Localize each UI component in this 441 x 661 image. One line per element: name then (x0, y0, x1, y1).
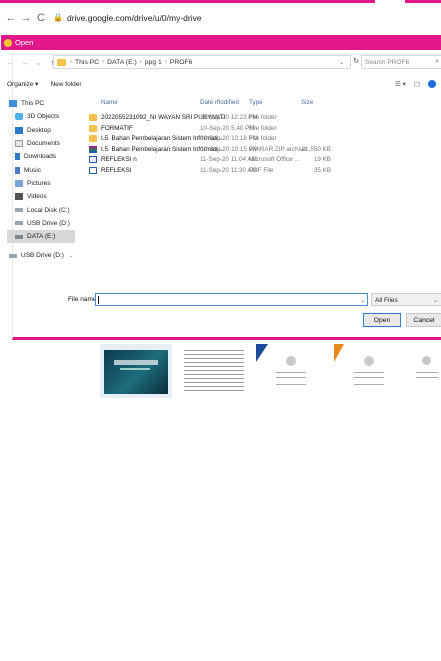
drive-thumbnails (0, 344, 441, 400)
file-thumbnail[interactable] (178, 344, 250, 398)
download-icon (15, 153, 20, 161)
file-type-select[interactable]: All Files ⌄ (371, 293, 441, 306)
folder-icon (89, 124, 97, 132)
file-name-row: File name: ⌄ All Files ⌄ (13, 293, 441, 307)
image-preview (104, 350, 168, 394)
search-input[interactable]: Search PROF6 ⌕ (361, 55, 441, 69)
document-icon (89, 166, 97, 174)
forward-icon[interactable]: → (19, 10, 33, 26)
chevron-down-icon[interactable]: ⌄ (339, 59, 344, 66)
new-folder-button[interactable]: New folder (50, 81, 81, 88)
text-caret (98, 296, 99, 304)
dialog-title-bar: Open (1, 35, 441, 50)
nav-item-this-pc[interactable]: This PC (7, 97, 75, 110)
dialog-title: Open (15, 38, 34, 47)
file-list-header: ^ Name Date modified Type Size (87, 97, 367, 109)
archive-icon (89, 145, 97, 153)
preview-pane-icon[interactable]: ▢ (414, 80, 420, 88)
refresh-icon[interactable]: ↻ (353, 57, 359, 65)
chevron-down-icon[interactable]: ⌄ (69, 253, 73, 259)
folder-icon (89, 114, 97, 121)
drive-icon (9, 253, 17, 258)
open-file-dialog: Open ← → ⌄ ↑ › This PC › DATA (E:) › ppg… (1, 35, 441, 340)
column-name[interactable]: Name (101, 99, 118, 106)
file-row[interactable]: I.5. Bahan Pembelajaran Sistem Informati… (87, 134, 377, 145)
search-placeholder: Search PROF6 (365, 58, 410, 66)
file-name-input[interactable]: ⌄ (95, 293, 368, 306)
file-row[interactable]: I.5. Bahan Pembelajaran Sistem Informati… (87, 145, 377, 156)
file-thumbnail[interactable] (256, 344, 328, 398)
folder-icon (89, 135, 97, 142)
column-type[interactable]: Type (249, 99, 263, 106)
organize-button[interactable]: Organize ▾ (7, 80, 38, 88)
nav-item-3d-objects[interactable]: 3D Objects (7, 110, 75, 123)
file-name-label: File name: (68, 296, 99, 303)
navigation-pane: This PC 3D Objects Desktop Documents Dow… (7, 97, 75, 307)
dialog-toolbar: Organize ▾ New folder ☰ ▾ ▢ (1, 77, 441, 91)
logo-icon (364, 356, 374, 366)
music-icon (15, 166, 20, 174)
reload-icon[interactable]: C (34, 10, 48, 26)
computer-icon (9, 100, 17, 108)
file-thumbnail[interactable] (334, 344, 406, 398)
help-icon[interactable] (428, 80, 436, 88)
nav-item-videos[interactable]: Videos (7, 190, 75, 203)
file-thumbnail[interactable] (100, 344, 172, 398)
breadcrumb-item[interactable]: DATA (E:) (107, 59, 137, 66)
nav-item-downloads[interactable]: Downloads (7, 150, 75, 163)
dialog-back-icon[interactable]: ← (6, 58, 15, 67)
file-type-value: All Files (375, 297, 398, 304)
drive-icon (15, 221, 23, 226)
nav-item-desktop[interactable]: Desktop (7, 124, 75, 137)
chrome-icon (4, 38, 12, 47)
breadcrumb-item[interactable]: PROF6 (170, 59, 193, 66)
logo-icon (286, 356, 296, 366)
nav-item-usb-drive-root[interactable]: USB Drive (D:) ⌄ (7, 249, 75, 262)
dialog-forward-icon[interactable]: → (20, 58, 29, 67)
breadcrumb-item[interactable]: ppg 1 (145, 59, 162, 66)
file-row[interactable]: REFLEKSI 11-Sep-20 11:30 AM PDF File 35 … (87, 166, 377, 177)
chevron-down-icon: ⌄ (432, 298, 438, 304)
drive-icon (15, 234, 23, 239)
open-button[interactable]: Open (363, 313, 401, 327)
column-date-modified[interactable]: Date modified (200, 99, 239, 106)
document-icon (15, 140, 23, 148)
picture-icon (15, 179, 23, 187)
chevron-down-icon[interactable]: ⌄ (360, 297, 365, 304)
address-bar[interactable]: 🔒 drive.google.com/drive/u/0/my-drive (53, 9, 202, 27)
file-row[interactable]: REFLEKSI n 11-Sep-20 11:04 AM Microsoft … (87, 155, 377, 166)
cube-icon (15, 113, 23, 121)
desktop-icon (15, 126, 23, 134)
logo-icon (422, 356, 431, 365)
view-options-icon[interactable]: ☰ ▾ (395, 80, 406, 88)
file-row[interactable]: FORMATIF 10-Sep-20 5:40 PM File folder (87, 124, 377, 135)
dialog-address-row: ← → ⌄ ↑ › This PC › DATA (E:) › ppg 1 › … (1, 55, 441, 69)
back-icon[interactable]: ← (4, 10, 18, 26)
drive-icon (15, 208, 23, 213)
nav-item-music[interactable]: Music (7, 163, 75, 176)
url-text: drive.google.com/drive/u/0/my-drive (66, 12, 202, 23)
folder-icon (57, 58, 66, 66)
file-row[interactable]: 2022055231092_NI WAYAN SRI PURYANTI 11-S… (87, 113, 377, 124)
file-thumbnail[interactable] (410, 344, 441, 398)
search-icon: ⌕ (435, 58, 439, 65)
lock-icon: 🔒 (53, 13, 63, 22)
video-icon (15, 193, 23, 201)
path-breadcrumb[interactable]: › This PC › DATA (E:) › ppg 1 › PROF6 ⌄ (53, 55, 351, 69)
column-size[interactable]: Size (301, 99, 313, 106)
browser-toolbar: ← → C 🔒 drive.google.com/drive/u/0/my-dr… (0, 3, 441, 32)
breadcrumb-item[interactable]: This PC (75, 59, 99, 66)
nav-item-data-e[interactable]: DATA (E:) (7, 229, 75, 244)
cancel-button[interactable]: Cancel (406, 313, 441, 327)
recent-locations-icon[interactable]: ⌄ (34, 58, 43, 67)
nav-item-local-disk[interactable]: Local Disk (C:) (7, 203, 75, 216)
nav-item-pictures[interactable]: Pictures (7, 177, 75, 190)
word-document-icon (89, 156, 97, 163)
nav-item-usb-drive[interactable]: USB Drive (D:) (7, 217, 75, 230)
file-list: 2022055231092_NI WAYAN SRI PURYANTI 11-S… (87, 113, 377, 176)
nav-item-documents[interactable]: Documents (7, 137, 75, 150)
